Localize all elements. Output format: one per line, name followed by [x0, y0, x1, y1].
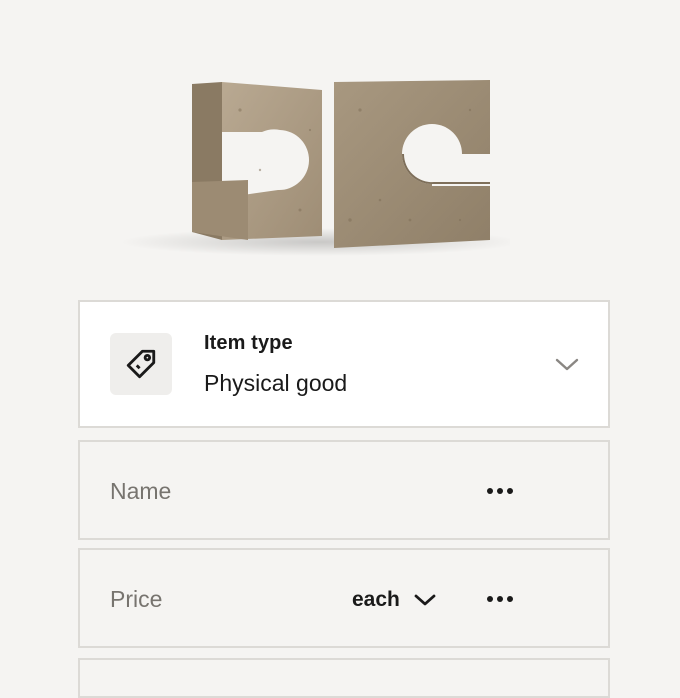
item-type-heading: Item type	[204, 332, 293, 354]
product-image	[120, 80, 510, 256]
more-dots-icon	[487, 596, 513, 602]
item-type-value: Physical good	[204, 370, 348, 396]
chevron-down-icon[interactable]	[554, 354, 580, 374]
price-unit-label: each	[352, 588, 400, 611]
name-placeholder[interactable]: Name	[110, 478, 171, 505]
tag-icon-tile	[110, 333, 172, 395]
name-field[interactable]: Name	[78, 440, 610, 540]
price-more-button[interactable]	[482, 588, 518, 610]
item-type-select[interactable]: Item type Physical good	[78, 300, 610, 428]
name-more-button[interactable]	[482, 480, 518, 502]
chevron-down-icon	[414, 594, 436, 606]
tag-icon	[126, 349, 156, 379]
price-field[interactable]: Price each	[78, 548, 610, 648]
price-unit-select[interactable]: each	[352, 586, 436, 614]
next-field-card[interactable]	[78, 658, 610, 698]
more-dots-icon	[487, 488, 513, 494]
price-placeholder[interactable]: Price	[110, 586, 162, 613]
